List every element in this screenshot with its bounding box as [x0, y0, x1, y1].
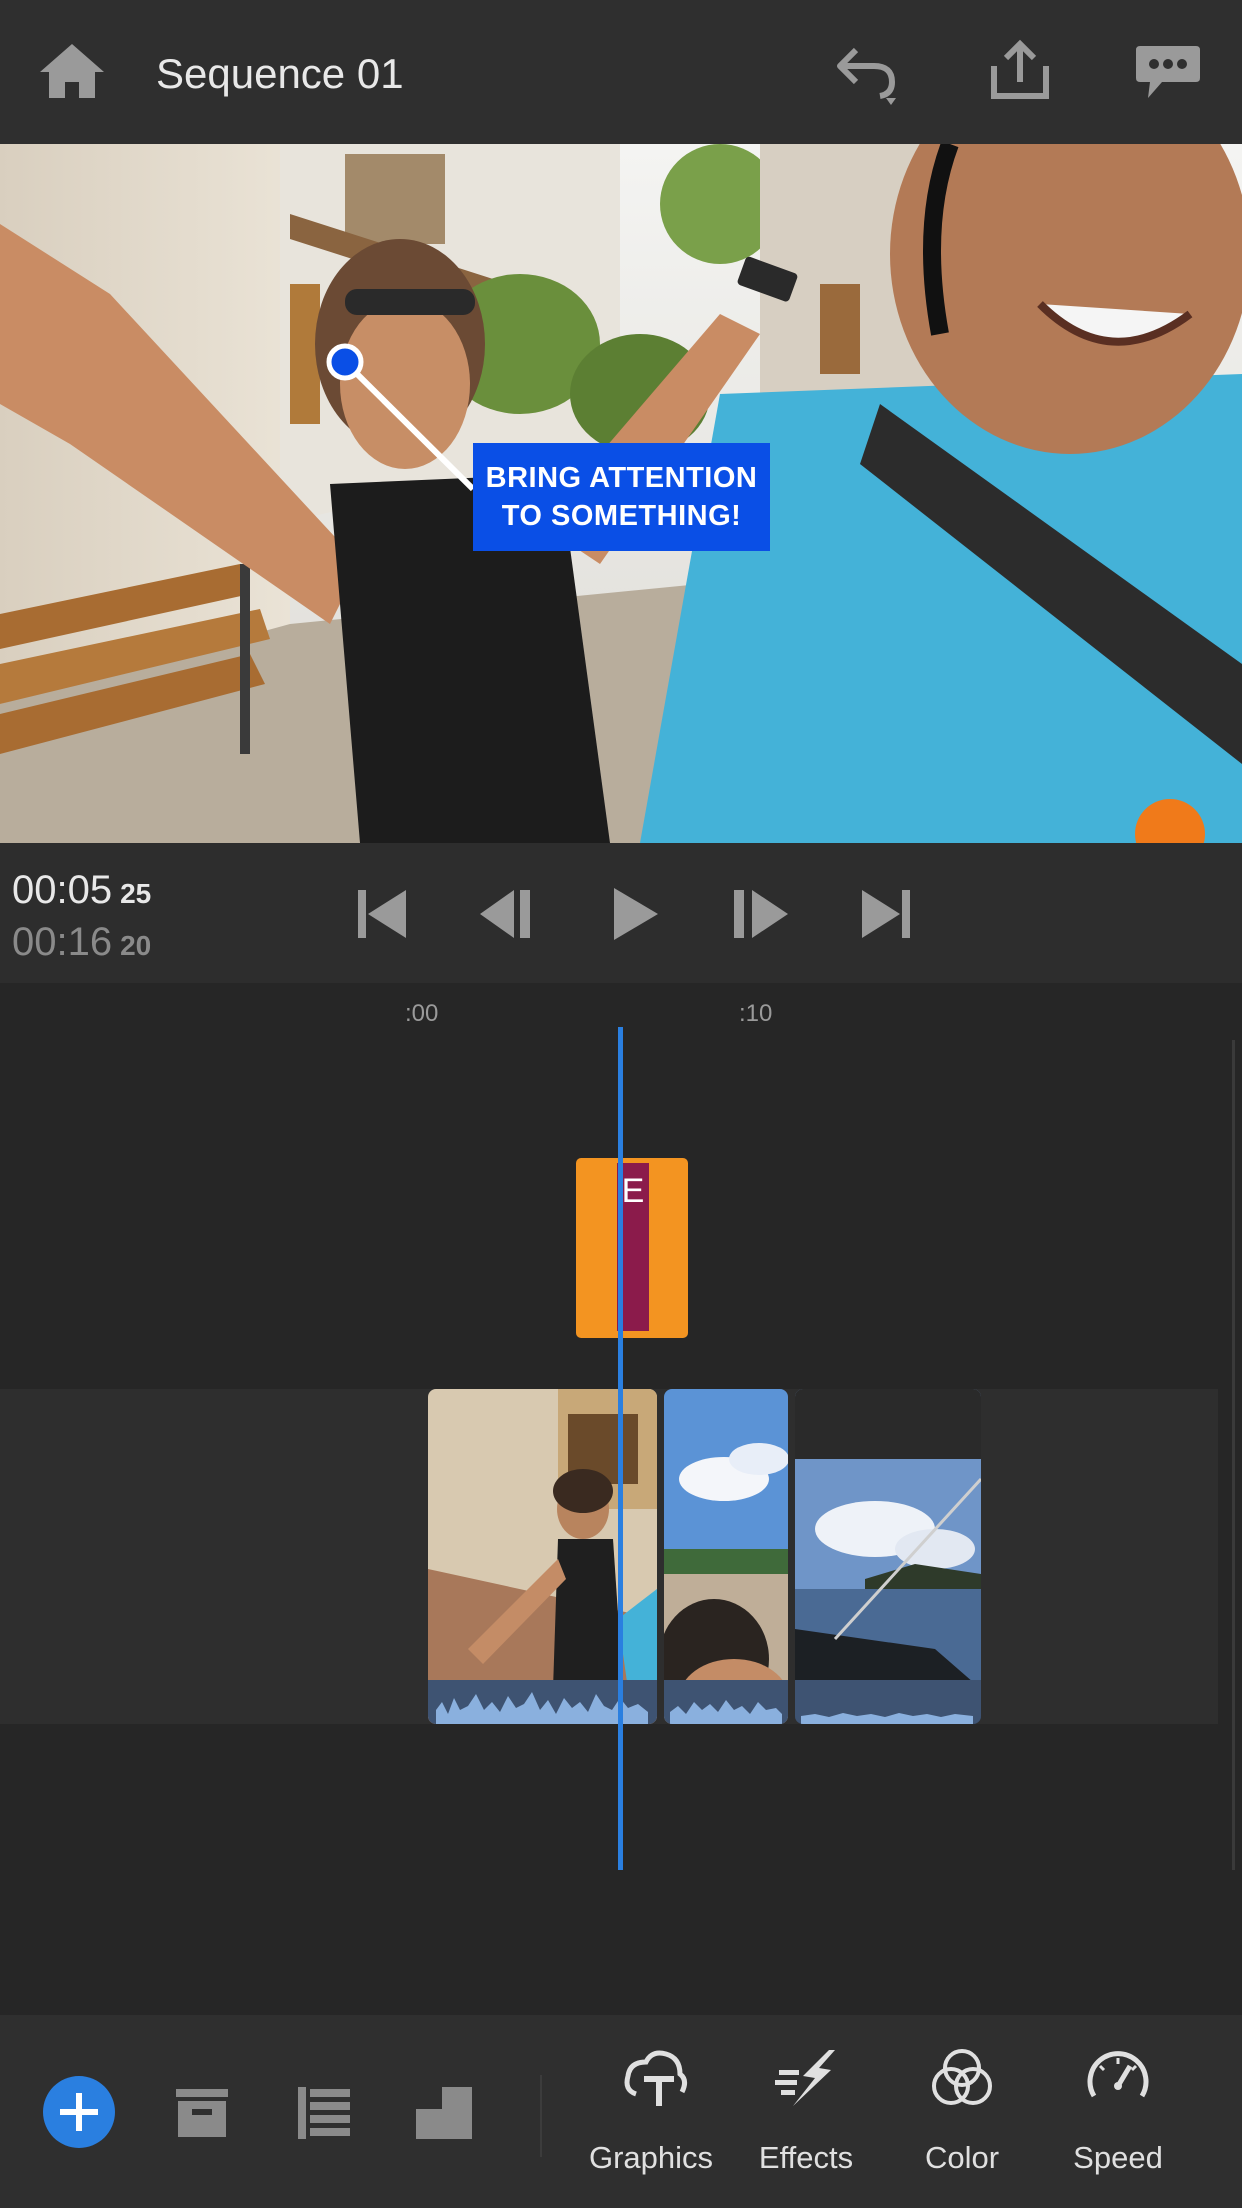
clip-thumbnail-3	[795, 1389, 981, 1724]
archive-icon[interactable]	[172, 2085, 232, 2146]
effects-icon[interactable]	[773, 2046, 841, 2115]
current-timecode: 00:05 25	[12, 868, 151, 913]
play-icon[interactable]	[606, 884, 666, 949]
speed-label[interactable]: Speed	[1028, 2140, 1208, 2176]
speed-icon[interactable]	[1084, 2046, 1152, 2115]
callout-text-box[interactable]: BRING ATTENTION TO SOMETHING!	[473, 443, 770, 551]
video-clip-3[interactable]	[795, 1389, 981, 1724]
sequence-title[interactable]: Sequence 01	[156, 50, 404, 98]
duration-time: 00:16	[12, 920, 113, 964]
title-clip-label: E	[621, 1172, 645, 1210]
clip-3-audio-waveform	[795, 1680, 981, 1724]
share-icon[interactable]	[980, 36, 1060, 108]
duration-timecode: 00:16 20	[12, 920, 151, 965]
graphics-label[interactable]: Graphics	[561, 2140, 741, 2176]
callout-line-1: BRING ATTENTION	[485, 462, 758, 494]
step-back-icon[interactable]	[478, 884, 538, 949]
step-forward-icon[interactable]	[730, 884, 790, 949]
aspect-icon[interactable]	[412, 2083, 476, 2148]
video-clip-2[interactable]	[664, 1389, 788, 1724]
undo-icon[interactable]	[828, 36, 908, 108]
current-frame: 25	[120, 878, 152, 909]
feedback-icon[interactable]	[1128, 36, 1208, 108]
graphics-icon[interactable]	[622, 2046, 690, 2115]
skip-to-start-icon[interactable]	[352, 884, 412, 949]
effects-label[interactable]: Effects	[716, 2140, 896, 2176]
duration-frame: 20	[120, 930, 152, 961]
current-time: 00:05	[12, 868, 113, 912]
callout-line-2: TO SOMETHING!	[501, 500, 742, 532]
add-icon[interactable]	[42, 2075, 116, 2154]
color-icon[interactable]	[928, 2046, 996, 2115]
color-label[interactable]: Color	[872, 2140, 1052, 2176]
timeline-scrollbar[interactable]	[1232, 1040, 1235, 1870]
ruler-label-00: :00	[405, 1000, 439, 1027]
clip-thumbnail-2	[664, 1389, 788, 1724]
skip-to-end-icon[interactable]	[856, 884, 916, 949]
toolbar-divider	[540, 2075, 542, 2157]
playhead[interactable]	[618, 1027, 623, 1870]
home-icon[interactable]	[32, 36, 112, 108]
clip-2-audio-waveform	[664, 1680, 788, 1724]
layers-icon[interactable]	[294, 2085, 354, 2146]
ruler-label-10: :10	[739, 1000, 773, 1027]
